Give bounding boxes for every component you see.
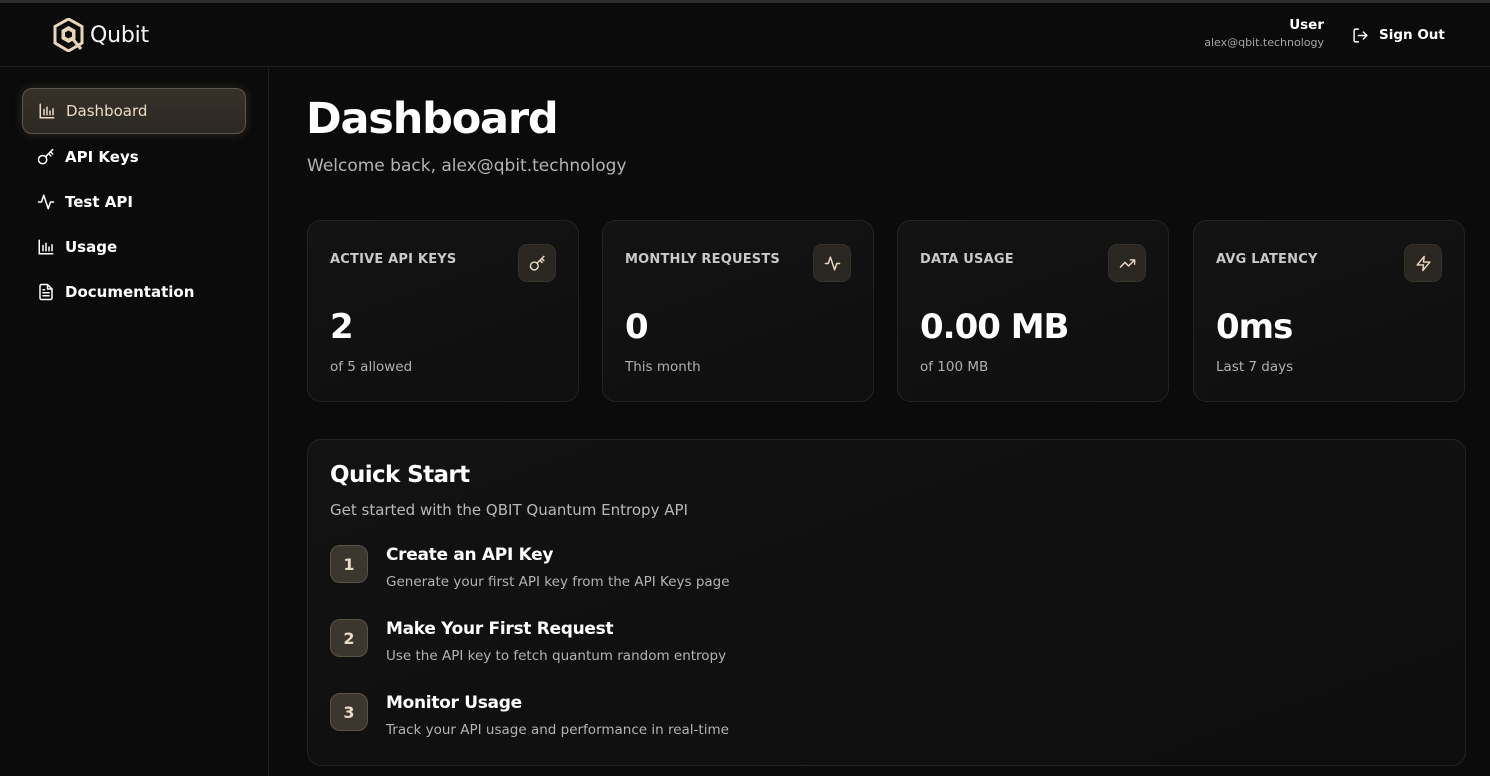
quick-start-title: Quick Start [330,462,470,488]
stat-card-value: 0.00 MB [920,307,1069,347]
stat-card-title: ACTIVE API KEYS [330,252,457,267]
step-number-badge: 3 [330,693,368,731]
stat-card-subtext: This month [625,359,701,375]
stat-card-value: 0 [625,307,649,347]
sidebar-item-label: Test API [65,193,133,211]
step-number-badge: 2 [330,619,368,657]
sidebar-item-test-api[interactable]: Test API [22,179,246,225]
stat-card-avg-latency: AVG LATENCY 0ms Last 7 days [1193,220,1465,402]
quick-start-step: 1 Create an API Key Generate your first … [330,545,930,605]
sign-out-label: Sign Out [1379,27,1445,43]
sign-out-button[interactable]: Sign Out [1352,23,1445,47]
step-description: Track your API usage and performance in … [386,722,729,738]
stat-card-title: AVG LATENCY [1216,252,1318,267]
sign-out-icon [1353,27,1368,43]
qubit-logo-icon [53,18,84,52]
welcome-message: Welcome back, alex@qbit.technology [307,156,627,176]
lightning-icon [1415,255,1431,271]
stat-card-title: MONTHLY REQUESTS [625,252,780,267]
bar-chart-icon [39,103,55,119]
stat-card-value: 2 [330,307,354,347]
stat-card-data-usage: DATA USAGE 0.00 MB of 100 MB [897,220,1169,402]
sidebar-item-usage[interactable]: Usage [22,224,246,270]
stat-card-icon-box [518,244,556,282]
app-logo[interactable]: Qubit [53,18,149,52]
quick-start-panel: Quick Start Get started with the QBIT Qu… [307,439,1466,766]
step-title: Create an API Key [386,545,554,565]
stat-card-title: DATA USAGE [920,252,1014,267]
step-title: Make Your First Request [386,619,614,639]
stat-card-icon-box [813,244,851,282]
quick-start-subtitle: Get started with the QBIT Quantum Entrop… [330,501,688,519]
user-email: alex@qbit.technology [1204,36,1324,49]
user-label: User [1289,17,1324,33]
activity-icon [37,194,55,210]
step-description: Use the API key to fetch quantum random … [386,648,727,664]
trending-up-icon [1119,258,1135,268]
sidebar-item-label: Usage [65,238,118,256]
stat-card-value: 0ms [1216,307,1293,347]
stat-card-active-api-keys: ACTIVE API KEYS 2 of 5 allowed [307,220,579,402]
quick-start-step: 3 Monitor Usage Track your API usage and… [330,693,930,753]
main-content: Dashboard Welcome back, alex@qbit.techno… [269,68,1490,776]
top-bar: Qubit User alex@qbit.technology Sign Out [0,3,1490,67]
stat-card-subtext: Last 7 days [1216,359,1294,375]
app-name: Qubit [90,22,149,48]
sidebar-item-label: Dashboard [66,102,148,120]
key-icon [529,255,545,271]
stat-card-icon-box [1108,244,1146,282]
sidebar-item-documentation[interactable]: Documentation [22,269,246,315]
bar-chart-icon [38,239,54,255]
sidebar: Dashboard API Keys Test API Usage Docume… [0,68,269,776]
sidebar-item-dashboard[interactable]: Dashboard [22,88,246,134]
sidebar-item-label: API Keys [65,148,139,166]
activity-icon [824,255,840,271]
sidebar-item-api-keys[interactable]: API Keys [22,134,246,180]
stat-card-icon-box [1404,244,1442,282]
key-icon [37,148,54,165]
user-info: User alex@qbit.technology [1204,16,1324,51]
step-title: Monitor Usage [386,693,522,713]
stat-card-monthly-requests: MONTHLY REQUESTS 0 This month [602,220,874,402]
stat-card-subtext: of 100 MB [920,359,989,375]
document-icon [39,283,53,301]
sidebar-item-label: Documentation [65,283,195,301]
stat-card-subtext: of 5 allowed [330,359,413,375]
step-number-badge: 1 [330,545,368,583]
step-description: Generate your first API key from the API… [386,574,730,590]
quick-start-step: 2 Make Your First Request Use the API ke… [330,619,930,679]
page-title: Dashboard [306,94,559,144]
